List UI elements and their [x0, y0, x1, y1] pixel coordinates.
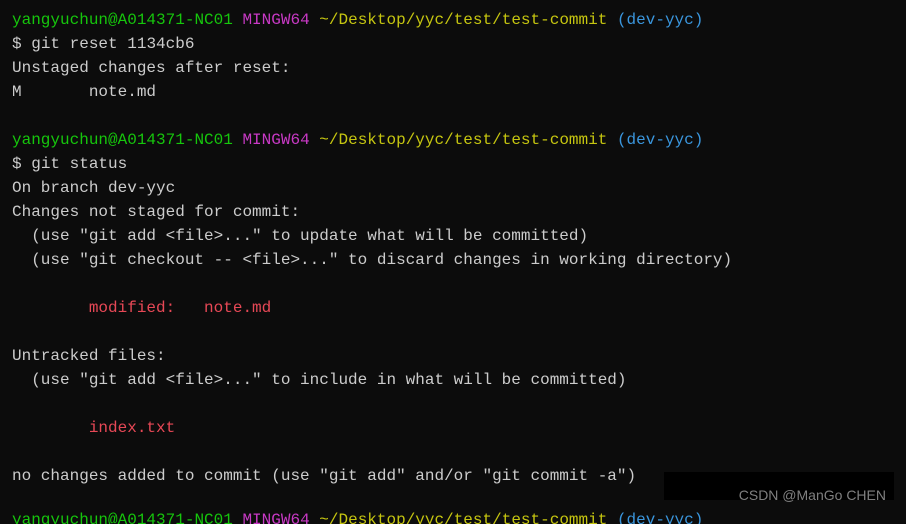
output-text: (use "git add <file>..." to update what … [12, 224, 894, 248]
blank-line [12, 272, 894, 296]
working-path: ~/Desktop/yyc/test/test-commit [319, 131, 607, 149]
blank-line [12, 104, 894, 128]
blank-line [12, 392, 894, 416]
working-path: ~/Desktop/yyc/test/test-commit [319, 11, 607, 29]
blank-line [12, 320, 894, 344]
shell-name: MINGW64 [242, 11, 309, 29]
user-host: yangyuchun@A014371-NC01 [12, 511, 233, 524]
output-text: (use "git checkout -- <file>..." to disc… [12, 248, 894, 272]
output-text: On branch dev-yyc [12, 176, 894, 200]
command-line: $ git status [12, 152, 894, 176]
cutoff-prompt: yangyuchun@A014371-NC01 MINGW64 ~/Deskto… [0, 510, 906, 524]
git-branch: (dev-yyc) [617, 131, 703, 149]
output-text: Unstaged changes after reset: [12, 56, 894, 80]
watermark-text: CSDN @ManGo CHEN [739, 485, 886, 506]
output-text: (use "git add <file>..." to include in w… [12, 368, 894, 392]
user-host: yangyuchun@A014371-NC01 [12, 11, 233, 29]
untracked-file: index.txt [12, 416, 894, 440]
modified-file: modified: note.md [12, 296, 894, 320]
terminal-output[interactable]: yangyuchun@A014371-NC01 MINGW64 ~/Deskto… [12, 8, 894, 512]
working-path: ~/Desktop/yyc/test/test-commit [319, 511, 607, 524]
prompt-line: yangyuchun@A014371-NC01 MINGW64 ~/Deskto… [12, 510, 906, 524]
git-branch: (dev-yyc) [617, 11, 703, 29]
prompt-line: yangyuchun@A014371-NC01 MINGW64 ~/Deskto… [12, 8, 894, 32]
blank-line [12, 440, 894, 464]
command-line: $ git reset 1134cb6 [12, 32, 894, 56]
shell-name: MINGW64 [242, 511, 309, 524]
shell-name: MINGW64 [242, 131, 309, 149]
output-text: Changes not staged for commit: [12, 200, 894, 224]
user-host: yangyuchun@A014371-NC01 [12, 131, 233, 149]
file-status: M note.md [12, 80, 894, 104]
git-branch: (dev-yyc) [617, 511, 703, 524]
output-text: Untracked files: [12, 344, 894, 368]
prompt-line: yangyuchun@A014371-NC01 MINGW64 ~/Deskto… [12, 128, 894, 152]
